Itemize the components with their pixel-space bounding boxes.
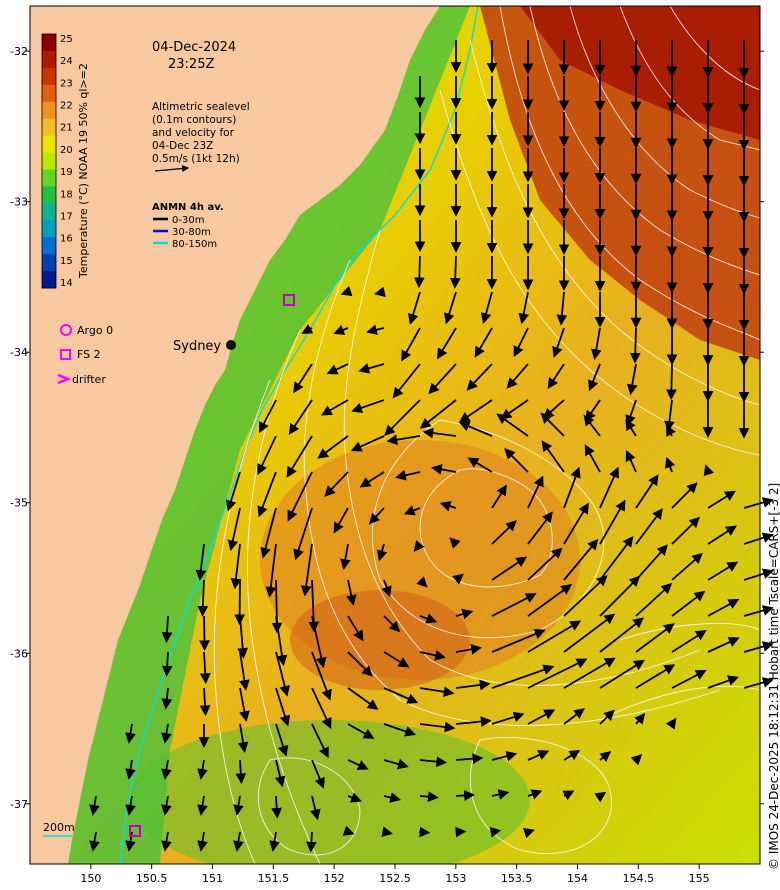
colorbar-swatch: [42, 118, 56, 137]
colorbar-tick-label: 14: [60, 278, 73, 289]
argo-label: Argo 0: [77, 324, 113, 337]
anmn-legend-title: ANMN 4h av.: [152, 202, 224, 213]
fs-label: FS 2: [77, 348, 101, 361]
x-tick-label: 150.5: [136, 872, 168, 885]
colorbar-swatch: [42, 169, 56, 187]
velocity-arrow: [199, 615, 210, 652]
colorbar-swatch: [42, 220, 56, 238]
x-tick-label: 152: [324, 872, 345, 885]
sst-map: 150 150.5 151 151.5 152 152.5 153 153.5 154 154.5…: [10, 5, 780, 885]
velocity-arrow: [419, 826, 431, 838]
velocity-arrow: [455, 826, 467, 838]
velocity-arrow: [455, 790, 475, 801]
altimetry-line: 0.5m/s (1kt 12h): [152, 153, 240, 165]
credit-text: © IMOS 24-Dec-2025 18:12:31 Hobart time …: [767, 483, 780, 870]
x-tick-label: 155: [689, 872, 710, 885]
colorbar-swatch: [42, 271, 56, 289]
date-label: 04-Dec-2024: [152, 40, 236, 55]
colorbar-tick-label: 17: [60, 211, 73, 222]
sydney-marker: [226, 340, 236, 350]
southern-cool-water: [130, 720, 530, 864]
altimetry-line: Altimetric sealevel: [152, 101, 250, 113]
time-label: 23:25Z: [168, 57, 214, 72]
x-tick-label: 152.5: [379, 872, 411, 885]
y-tick-label: -35: [10, 497, 28, 510]
colorbar-swatch: [42, 237, 56, 255]
colorbar-tick-label: 15: [60, 256, 73, 267]
colorbar-tick-label: 25: [60, 34, 73, 45]
x-tick-label: 154: [567, 872, 588, 885]
colorbar-tick-label: 23: [60, 78, 73, 89]
velocity-arrow: [413, 255, 425, 289]
colorbar-swatch: [42, 50, 56, 69]
velocity-arrow: [666, 363, 677, 401]
y-tick-label: -37: [10, 798, 28, 811]
anmn-item-label: 80-150m: [172, 239, 217, 250]
velocity-arrow: [449, 255, 461, 289]
anmn-item-label: 0-30m: [172, 215, 204, 226]
colorbar-swatch: [42, 135, 56, 154]
colorbar-swatch: [42, 67, 56, 86]
colorbar-swatch: [42, 34, 56, 52]
colorbar-swatch: [42, 84, 56, 103]
y-tick-label: -32: [10, 45, 28, 58]
x-tick-label: 153: [445, 872, 466, 885]
x-tick-label: 154.5: [623, 872, 655, 885]
colorbar-swatch: [42, 254, 56, 272]
x-tick-label: 153.5: [501, 872, 533, 885]
colorbar-swatch: [42, 152, 56, 170]
altimetry-line: (0.1m contours): [152, 114, 236, 126]
y-tick-label: -34: [10, 346, 28, 359]
anmn-item-label: 30-80m: [172, 227, 211, 238]
velocity-arrow: [305, 831, 317, 853]
y-tick-label: -36: [10, 647, 28, 660]
colorbar-title: Temperature (°C) NOAA 19 50% ql>=2: [77, 63, 90, 279]
depth-label: 200m: [43, 821, 75, 834]
colorbar-tick-label: 22: [60, 101, 73, 112]
sydney-label: Sydney: [173, 339, 221, 354]
colorbar-tick-label: 21: [60, 123, 73, 134]
velocity-arrow: [629, 327, 641, 364]
colorbar-swatch: [42, 101, 56, 120]
altimetry-line: 04-Dec 23Z: [152, 140, 213, 152]
colorbar-tick-label: 18: [60, 189, 73, 200]
x-axis: 150 150.5 151 151.5 152 152.5 153 153.5 154 154.5…: [80, 864, 710, 885]
x-tick-label: 151.5: [258, 872, 290, 885]
colorbar-tick-label: 20: [60, 145, 73, 156]
colorbar-tick-label: 16: [60, 234, 73, 245]
colorbar-swatch: [42, 186, 56, 204]
colorbar-tick-label: 19: [60, 167, 73, 178]
colorbar-swatch: [42, 203, 56, 221]
drifter-label: drifter: [72, 373, 106, 386]
colorbar-tick-label: 24: [60, 56, 73, 67]
velocity-arrow: [271, 795, 283, 819]
x-tick-label: 151: [202, 872, 223, 885]
x-tick-label: 150: [80, 872, 101, 885]
altimetry-line: and velocity for: [152, 127, 235, 139]
y-tick-label: -33: [10, 196, 28, 209]
